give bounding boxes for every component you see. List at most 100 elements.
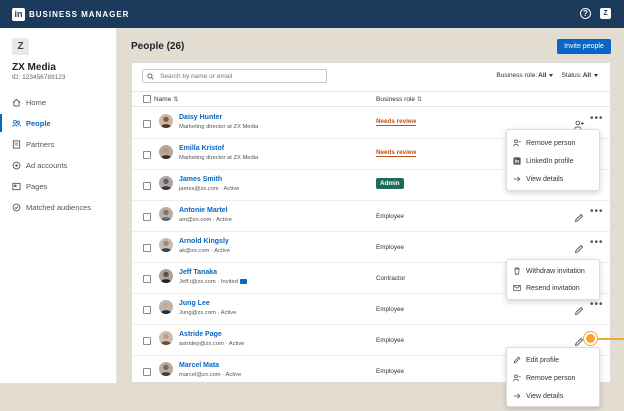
status-filter[interactable]: Status: All (561, 72, 598, 79)
people-table-panel: Search by name or email Business role: A… (131, 62, 611, 383)
avatar (159, 300, 173, 314)
sidebar-item-label: People (26, 118, 51, 128)
sidebar-item-pages[interactable]: Pages (0, 176, 116, 196)
sidebar-item-ad-accounts[interactable]: Ad accounts (0, 155, 116, 175)
top-bar: in BUSINESS MANAGER ? Z (0, 0, 624, 28)
pencil-icon[interactable] (574, 210, 584, 223)
person-name[interactable]: Marcel Mata (179, 362, 219, 369)
more-options-icon[interactable]: ••• (590, 207, 604, 217)
person-name[interactable]: Jung Lee (179, 300, 210, 307)
person-name[interactable]: Astride Page (179, 331, 222, 338)
mail-icon (513, 284, 521, 292)
person-name[interactable]: Daisy Hunter (179, 114, 222, 121)
user-avatar[interactable]: Z (600, 8, 611, 19)
search-input[interactable]: Search by name or email (142, 69, 327, 83)
menu-item-remove-person[interactable]: Remove person (513, 136, 575, 150)
role-label: Contractor (376, 275, 406, 282)
person-name[interactable]: Jeff Tanaka (179, 269, 217, 276)
sort-icon: ⇅ (173, 97, 179, 103)
menu-item-edit-profile[interactable]: Edit profile (513, 353, 559, 367)
pages-icon (12, 182, 21, 191)
person-subtitle: marcel@zx.com · Active (179, 372, 242, 378)
person-subtitle: Jung@zx.com · Active (179, 310, 237, 316)
avatar (159, 114, 173, 128)
caret-down-icon (594, 74, 598, 77)
person-subtitle: Marketing director at ZX Media (179, 124, 259, 130)
people-icon (12, 119, 21, 128)
search-icon (147, 72, 157, 80)
trash-icon (513, 267, 521, 275)
row-checkbox[interactable] (143, 306, 151, 314)
more-options-icon[interactable]: ••• (590, 238, 604, 248)
role-label: Employee (376, 337, 405, 344)
sidebar-item-people[interactable]: People (0, 113, 116, 133)
menu-item-withdraw-invitation[interactable]: Withdraw invitation (513, 264, 585, 278)
more-options-icon[interactable]: ••• (590, 114, 604, 124)
sidebar-item-label: Partners (26, 139, 55, 149)
row-checkbox[interactable] (143, 244, 151, 252)
matched-audiences-icon (12, 203, 21, 212)
remove-person-icon (513, 139, 521, 147)
menu-item-remove-person[interactable]: Remove person (513, 371, 575, 385)
sidebar-item-matched-audiences[interactable]: Matched audiences (0, 197, 116, 217)
pencil-icon (513, 356, 521, 364)
sidebar-item-label: Ad accounts (26, 160, 68, 170)
sidebar-item-home[interactable]: Home (0, 92, 116, 112)
pencil-icon[interactable] (574, 241, 584, 254)
sidebar-item-partners[interactable]: Partners (0, 134, 116, 154)
row-checkbox[interactable] (143, 337, 151, 345)
edit-actions-menu: Edit profile Remove person View details (506, 347, 600, 407)
linkedin-icon: in (513, 157, 521, 165)
person-name[interactable]: James Smith (179, 176, 222, 183)
person-name[interactable]: Antonie Martel (179, 207, 228, 214)
partners-icon (12, 139, 21, 149)
callout-marker (584, 332, 597, 345)
row-checkbox[interactable] (143, 120, 151, 128)
home-icon (12, 98, 21, 107)
svg-text:in: in (515, 159, 520, 165)
person-subtitle: Marketing director at ZX Media (179, 155, 259, 161)
column-header-name[interactable]: Name ⇅ (154, 96, 178, 103)
row-checkbox[interactable] (143, 213, 151, 221)
add-person-icon[interactable] (574, 117, 584, 130)
role-label: Employee (376, 306, 405, 313)
menu-item-view-details[interactable]: View details (513, 172, 563, 186)
person-subtitle: james@zx.com · Active (179, 186, 240, 192)
org-avatar: Z (12, 38, 29, 55)
arrow-right-icon (513, 392, 521, 400)
avatar (159, 362, 173, 376)
person-name[interactable]: Arnold Kingsly (179, 238, 229, 245)
arrow-right-icon (513, 175, 521, 183)
status-badge: Needs review (376, 118, 417, 126)
more-options-icon[interactable]: ••• (590, 300, 604, 310)
menu-item-linkedin-profile[interactable]: in LinkedIn profile (513, 154, 573, 168)
person-name[interactable]: Emilla Kristof (179, 145, 224, 152)
invite-people-button[interactable]: Invite people (557, 39, 611, 54)
menu-item-resend-invitation[interactable]: Resend invitation (513, 281, 580, 295)
select-all-checkbox[interactable] (143, 95, 151, 103)
row-checkbox[interactable] (143, 182, 151, 190)
table-row[interactable]: Antonie Martel am@zx.com · Active Employ… (132, 201, 610, 232)
invitation-actions-menu: Withdraw invitation Resend invitation (506, 259, 600, 300)
sidebar-item-label: Home (26, 97, 47, 107)
business-role-filter[interactable]: Business role: All (496, 72, 554, 79)
avatar (159, 145, 173, 159)
row-checkbox[interactable] (143, 368, 151, 376)
avatar (159, 176, 173, 190)
row-checkbox[interactable] (143, 151, 151, 159)
column-header-role[interactable]: Business role ⇅ (376, 96, 422, 103)
mail-icon (239, 279, 247, 284)
row-actions-menu: Remove person in LinkedIn profile View d… (506, 129, 600, 191)
pencil-icon[interactable] (574, 303, 584, 316)
remove-person-icon (513, 374, 521, 382)
menu-item-view-details[interactable]: View details (513, 389, 563, 403)
sidebar-item-label: Matched audiences (26, 202, 92, 212)
role-label: Employee (376, 244, 405, 251)
linkedin-logo-icon[interactable]: in (12, 7, 25, 21)
status-badge: Admin (376, 178, 404, 189)
avatar (159, 331, 173, 345)
pencil-icon[interactable] (574, 334, 584, 347)
question-circle-icon[interactable]: ? (580, 8, 591, 19)
row-checkbox[interactable] (143, 275, 151, 283)
ad-accounts-icon (12, 161, 21, 170)
